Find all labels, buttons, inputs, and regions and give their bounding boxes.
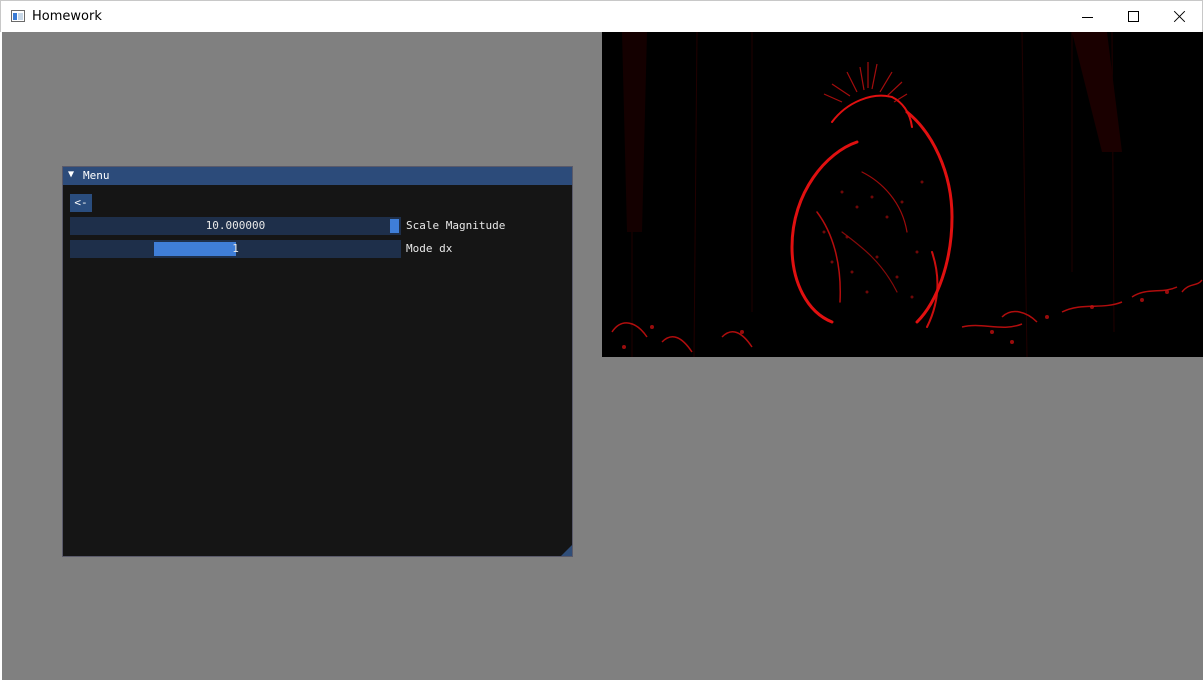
- maximize-button[interactable]: [1110, 1, 1156, 33]
- window-titlebar[interactable]: Homework: [0, 0, 1203, 32]
- menu-header[interactable]: ▼ Menu: [63, 167, 572, 185]
- close-button[interactable]: [1156, 1, 1202, 33]
- menu-panel[interactable]: ▼ Menu <- 10.000000 Scale Magnitude 1 Mo…: [62, 166, 573, 557]
- edge-image-drawing: [602, 32, 1203, 357]
- edge-detection-image: [602, 32, 1203, 357]
- back-button[interactable]: <-: [70, 194, 92, 212]
- resize-grip[interactable]: [561, 545, 572, 556]
- minimize-icon: [1082, 17, 1093, 18]
- collapse-triangle-icon[interactable]: ▼: [68, 169, 74, 180]
- menu-title: Menu: [83, 169, 110, 182]
- app-icon: [11, 10, 25, 22]
- mode-dx-slider[interactable]: 1: [70, 240, 401, 258]
- scale-magnitude-value: 10.000000: [205, 219, 266, 232]
- scale-magnitude-label: Scale Magnitude: [406, 219, 506, 232]
- minimize-button[interactable]: [1064, 1, 1110, 33]
- maximize-icon: [1128, 11, 1139, 22]
- close-icon: [1173, 10, 1186, 23]
- mode-dx-value: 1: [232, 242, 239, 255]
- scale-magnitude-slider[interactable]: 10.000000: [70, 217, 401, 235]
- window-title: Homework: [32, 9, 102, 24]
- mode-dx-label: Mode dx: [406, 242, 453, 255]
